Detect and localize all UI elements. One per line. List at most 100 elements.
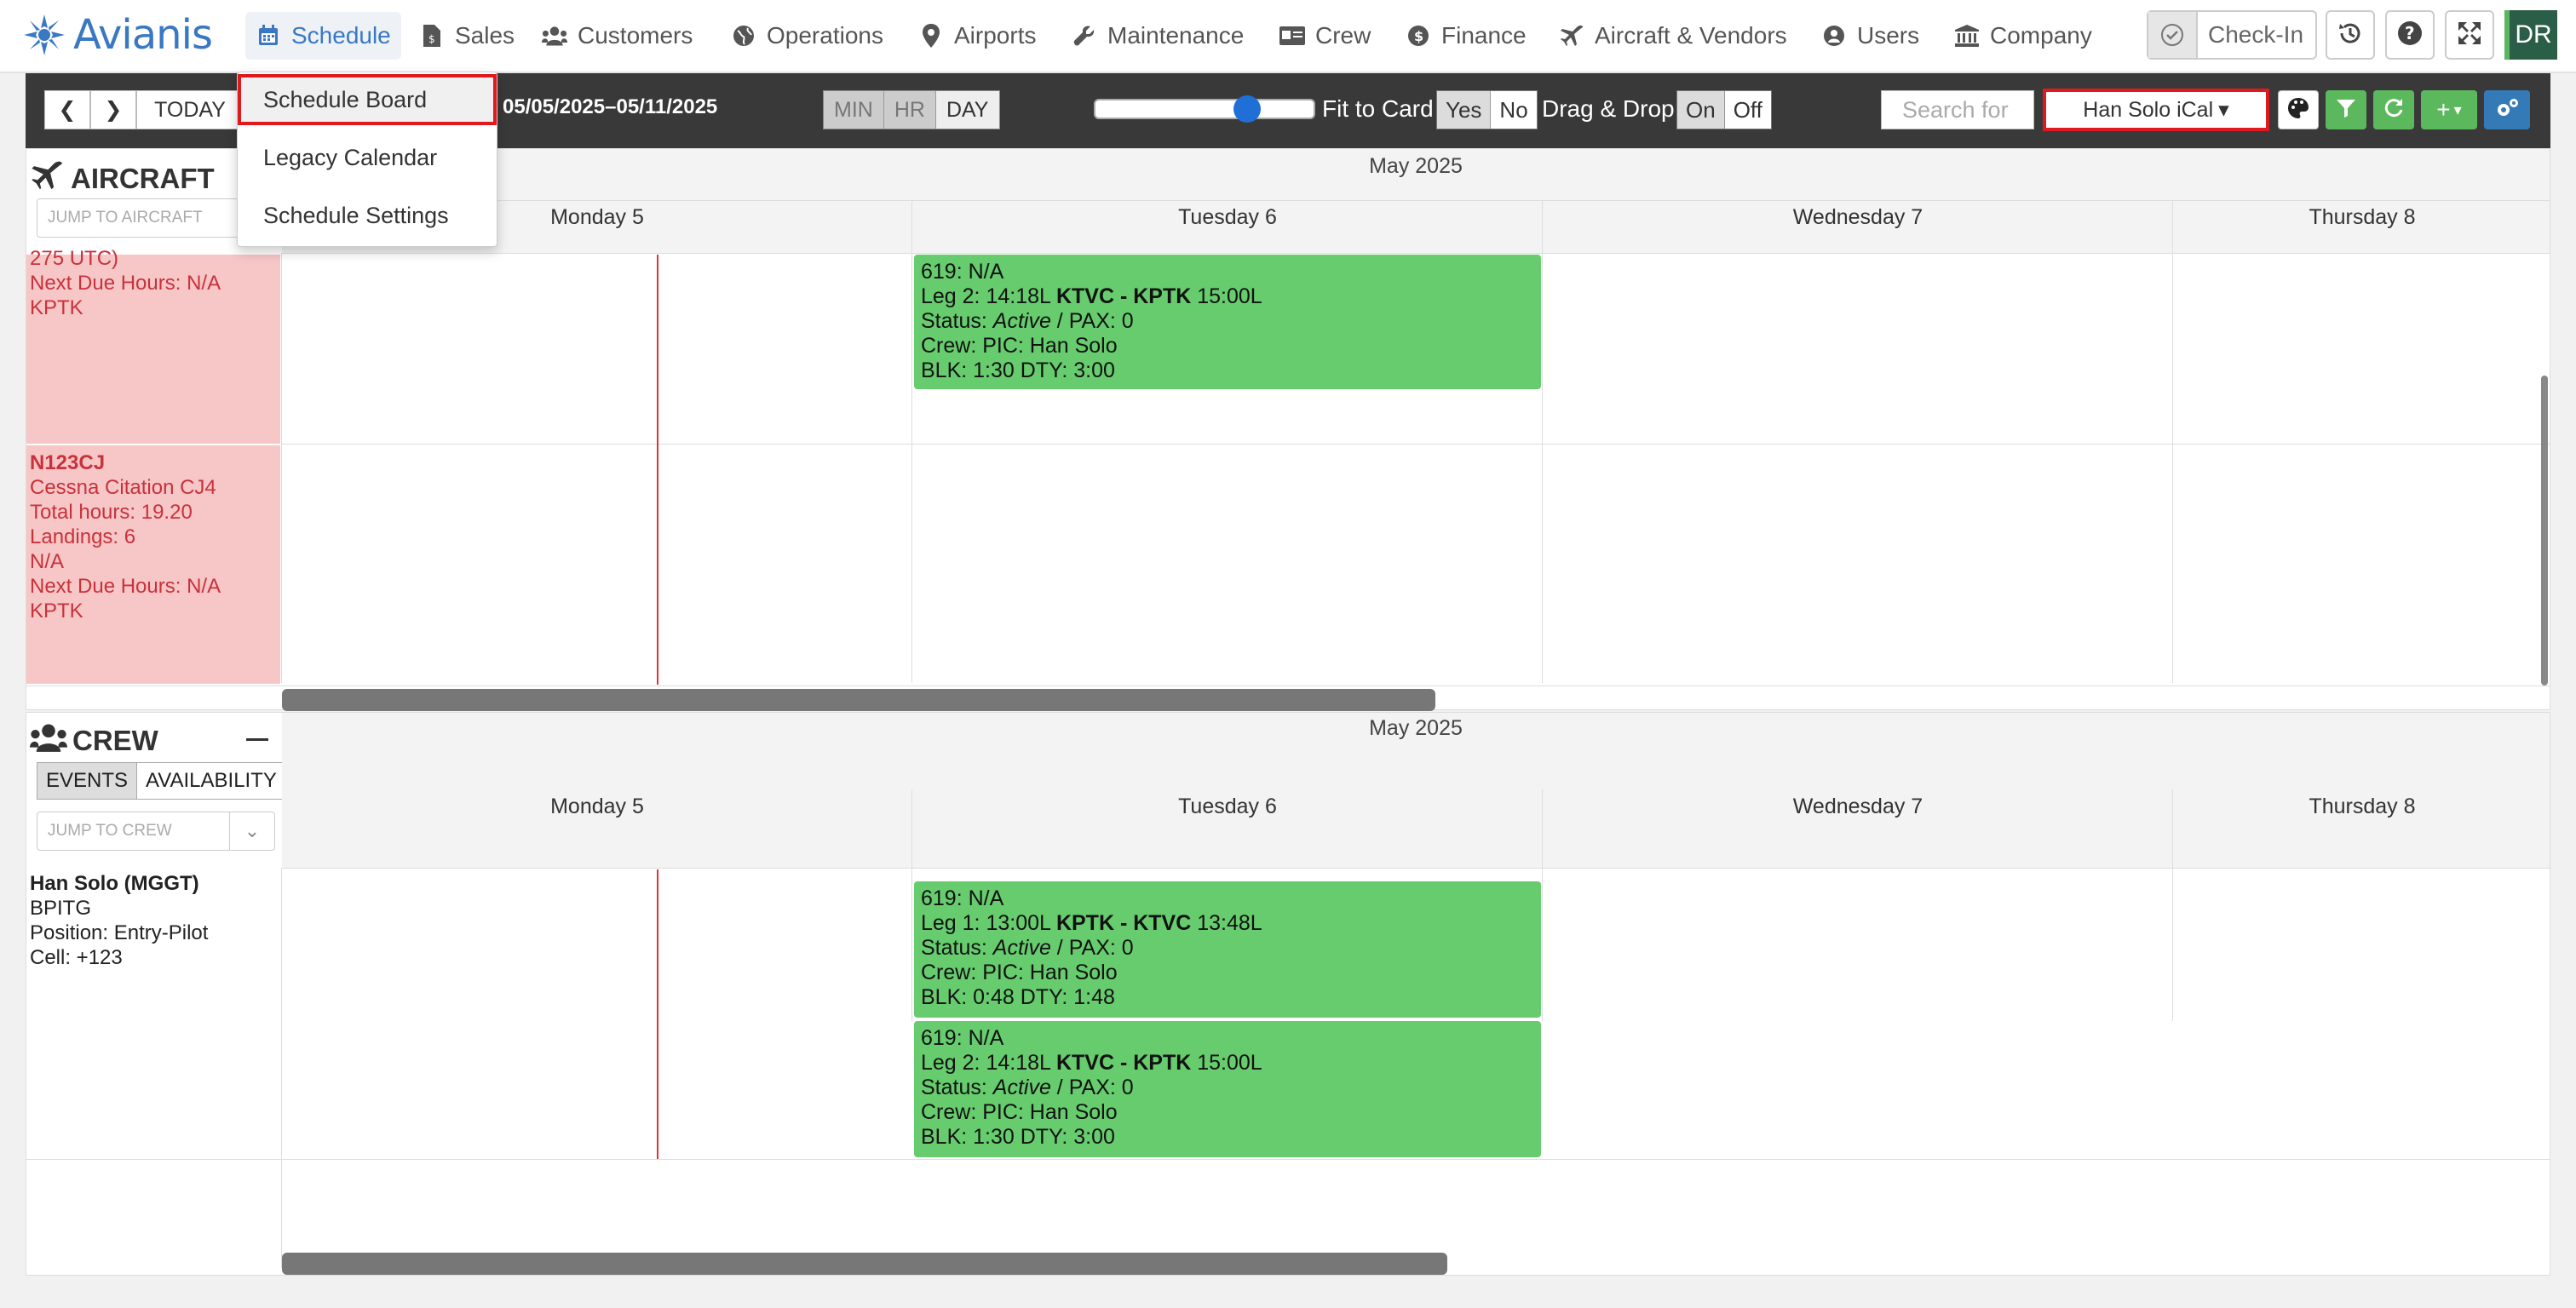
- nav-aircraft-vendors[interactable]: Aircraft & Vendors: [1559, 12, 1787, 60]
- next-week-button[interactable]: ❯: [90, 90, 136, 129]
- aircraft-info-line: Next Due Hours: N/A: [30, 272, 221, 295]
- zoom-slider[interactable]: [1094, 95, 1315, 123]
- event-crew: Crew: PIC: Han Solo: [921, 961, 1118, 984]
- nav-customers-label: Customers: [578, 22, 693, 49]
- avianis-logo[interactable]: Avianis: [22, 10, 213, 60]
- crew-day-tuesday: Tuesday 6: [1178, 795, 1277, 818]
- zoom-day[interactable]: DAY: [935, 91, 999, 129]
- tab-availability[interactable]: AVAILABILITY: [137, 763, 285, 799]
- svg-text:$: $: [428, 33, 435, 45]
- color-palette-button[interactable]: [2278, 90, 2319, 129]
- svg-text:$: $: [1414, 28, 1423, 44]
- crew-view-tabs: EVENTS AVAILABILITY: [37, 762, 286, 800]
- drag-drop-toggle: On Off: [1676, 90, 1772, 129]
- event-status-value: Active: [992, 309, 1051, 333]
- crew-member-name: Han Solo (MGGT): [30, 872, 199, 895]
- caret-down-icon: ▾: [2218, 98, 2229, 122]
- nav-users[interactable]: Users: [1821, 12, 1919, 60]
- crew-month-label: May 2025: [1369, 716, 1463, 740]
- help-icon: ?: [2397, 20, 2423, 50]
- nav-customers[interactable]: Customers: [542, 12, 693, 60]
- checkin-label: Check-In: [2207, 21, 2304, 48]
- filter-button[interactable]: [2326, 90, 2366, 129]
- aircraft-horizontal-scrollbar[interactable]: [282, 689, 1435, 711]
- crew-event-card[interactable]: 619: N/A Leg 1: 13:00L KPTK - KTVC 13:48…: [914, 881, 1541, 1018]
- nav-airports[interactable]: Airports: [918, 12, 1036, 60]
- event-status-value: Active: [992, 936, 1051, 960]
- grid-line: [2172, 789, 2173, 1021]
- refresh-button[interactable]: [2373, 90, 2414, 129]
- search-input[interactable]: Search for: [1881, 90, 2034, 129]
- nav-schedule-label: Schedule: [291, 22, 391, 49]
- jump-to-crew-input[interactable]: JUMP TO CREW ⌄: [37, 812, 275, 851]
- event-status: Status: Active / PAX: 0: [921, 1076, 1134, 1099]
- date-range-label: 05/05/2025–05/11/2025: [503, 95, 718, 118]
- aircraft-info-line: KPTK: [30, 296, 83, 319]
- crew-member-row[interactable]: Han Solo (MGGT) BPITG Position: Entry-Pi…: [30, 871, 208, 970]
- nav-sales[interactable]: $ Sales: [419, 12, 515, 60]
- drag-drop-off[interactable]: Off: [1725, 91, 1771, 129]
- schedule-menu: Schedule Board Legacy Calendar Schedule …: [237, 72, 497, 247]
- aircraft-info-line: Landings: 6: [30, 525, 136, 548]
- crew-calendar-header: May 2025 Monday 5 Tuesday 6 Wednesday 7 …: [282, 713, 2550, 869]
- menu-schedule-board[interactable]: Schedule Board: [238, 74, 497, 125]
- dollar-icon: $: [1406, 23, 1431, 49]
- crew-horizontal-scrollbar[interactable]: [282, 1253, 1447, 1275]
- calendar-feed-label: Han Solo iCal: [2083, 97, 2214, 122]
- zoom-hr[interactable]: HR: [883, 91, 936, 129]
- event-trip: 619: N/A: [921, 886, 1004, 910]
- user-avatar[interactable]: DR: [2504, 10, 2557, 60]
- grid-line: [2172, 200, 2173, 683]
- menu-legacy-calendar[interactable]: Legacy Calendar: [238, 132, 497, 183]
- fit-to-card-no[interactable]: No: [1491, 91, 1536, 129]
- aircraft-row-n123cj[interactable]: N123CJ Cessna Citation CJ4 Total hours: …: [26, 445, 280, 684]
- nav-maintenance[interactable]: Maintenance: [1072, 12, 1244, 60]
- crew-panel: CREW EVENTS AVAILABILITY JUMP TO CREW ⌄ …: [26, 712, 2550, 1276]
- logo-text: Avianis: [73, 11, 213, 59]
- nav-company-label: Company: [1990, 22, 2092, 49]
- calendar-feed-dropdown[interactable]: Han Solo iCal ▾: [2043, 89, 2269, 131]
- checkin-button[interactable]: Check-In: [2147, 10, 2317, 60]
- help-button[interactable]: ?: [2385, 10, 2435, 60]
- aircraft-title-text: AIRCRAFT: [71, 163, 215, 194]
- collapse-icon[interactable]: [246, 738, 268, 741]
- menu-schedule-settings[interactable]: Schedule Settings: [238, 190, 497, 241]
- chevron-down-icon: ⌄: [229, 812, 274, 850]
- zoom-slider-thumb[interactable]: [1233, 95, 1261, 123]
- crew-member-position: Position: Entry-Pilot: [30, 921, 209, 944]
- fit-to-card-yes[interactable]: Yes: [1437, 91, 1492, 129]
- settings-button[interactable]: [2484, 90, 2530, 129]
- event-times: BLK: 1:30 DTY: 3:00: [921, 359, 1115, 382]
- tab-events[interactable]: EVENTS: [37, 763, 138, 799]
- crew-event-card[interactable]: 619: N/A Leg 2: 14:18L KTVC - KPTK 15:00…: [914, 1021, 1541, 1157]
- today-button[interactable]: TODAY: [136, 90, 244, 129]
- aircraft-info-line: 275 UTC): [30, 247, 119, 270]
- nav-schedule[interactable]: Schedule: [245, 12, 401, 60]
- chevron-left-icon: ❮: [58, 98, 77, 122]
- aircraft-row-partial[interactable]: 275 UTC) Next Due Hours: N/A KPTK: [26, 247, 280, 444]
- expand-icon: [2457, 20, 2482, 50]
- fullscreen-button[interactable]: [2445, 10, 2494, 60]
- nav-finance[interactable]: $ Finance: [1406, 12, 1527, 60]
- aircraft-day-thursday: Thursday 8: [2309, 205, 2416, 229]
- zoom-min[interactable]: MIN: [824, 91, 884, 129]
- grid-line: [281, 868, 282, 1268]
- flight-event-card[interactable]: 619: N/A Leg 2: 14:18L KTVC - KPTK 15:00…: [914, 255, 1541, 389]
- aircraft-vertical-scrollbar[interactable]: [2541, 376, 2548, 686]
- nav-company[interactable]: Company: [1954, 12, 2092, 60]
- crew-section-title: CREW: [30, 723, 158, 759]
- history-button[interactable]: [2326, 10, 2375, 60]
- prev-week-button[interactable]: ❮: [44, 90, 90, 129]
- plane-icon: [1559, 23, 1584, 49]
- event-route: KTVC - KPTK: [1055, 284, 1192, 308]
- refresh-icon: [2383, 97, 2405, 123]
- check-circle-icon: [2148, 12, 2198, 58]
- nav-operations[interactable]: Operations: [731, 12, 883, 60]
- add-button[interactable]: + ▾: [2421, 90, 2477, 129]
- jump-to-crew-placeholder: JUMP TO CREW: [48, 822, 172, 840]
- event-times: BLK: 1:30 DTY: 3:00: [921, 1125, 1115, 1149]
- jump-to-aircraft-input[interactable]: JUMP TO AIRCRAFT: [37, 198, 241, 238]
- nav-crew[interactable]: Crew: [1279, 12, 1371, 60]
- aircraft-info-line: KPTK: [30, 600, 83, 622]
- drag-drop-on[interactable]: On: [1677, 91, 1725, 129]
